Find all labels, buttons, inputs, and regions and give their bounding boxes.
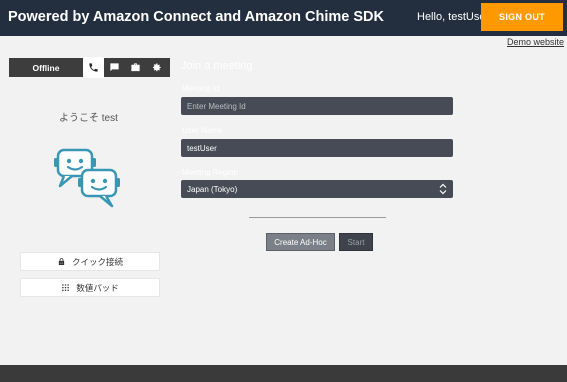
user-name-input[interactable] [181,139,453,157]
quick-connect-label: クイック接続 [71,256,123,267]
top-bar: Powered by Amazon Connect and Amazon Chi… [0,0,567,36]
phone-icon [89,63,98,72]
footer-bar [0,365,567,382]
create-adhoc-button[interactable]: Create Ad-Hoc [266,233,335,251]
briefcase-icon [131,63,140,72]
demo-website-link[interactable]: Demo website [507,37,564,47]
phone-tab[interactable] [83,57,104,78]
quick-connect-button[interactable]: クイック接続 [20,252,160,271]
meeting-id-input[interactable] [181,97,453,115]
ccp-toolbar: Offline [9,57,170,78]
numpad-button[interactable]: 数値パッド [20,278,160,297]
numpad-label: 数値パッド [76,282,119,293]
user-greeting: Hello, testUser [417,11,490,23]
meeting-region-label: Meeting Region [182,168,239,177]
chatbot-illustration-icon [54,148,120,208]
divider [249,217,386,218]
gear-icon [153,63,161,72]
chevron-updown-icon [439,183,447,195]
sign-out-button[interactable]: SIGN OUT [481,3,563,31]
quick-connect-icon [58,257,65,265]
dialpad-icon [62,283,70,291]
chat-tab[interactable] [104,58,125,77]
meeting-region-select[interactable]: Japan (Tokyo) [181,180,453,198]
join-meeting-title: Join a meeting [181,60,253,72]
briefcase-tab[interactable] [125,58,146,77]
start-button[interactable]: Start [339,233,373,251]
user-name-label: User Name [182,126,223,135]
meeting-region-value: Japan (Tokyo) [187,184,238,194]
meeting-id-label: Meeting Id [182,84,220,93]
chat-icon [110,63,119,72]
welcome-text: ようこそ test [59,113,118,124]
app-title: Powered by Amazon Connect and Amazon Chi… [8,9,384,25]
agent-status-dropdown[interactable]: Offline [9,58,83,77]
settings-tab[interactable] [146,58,167,77]
